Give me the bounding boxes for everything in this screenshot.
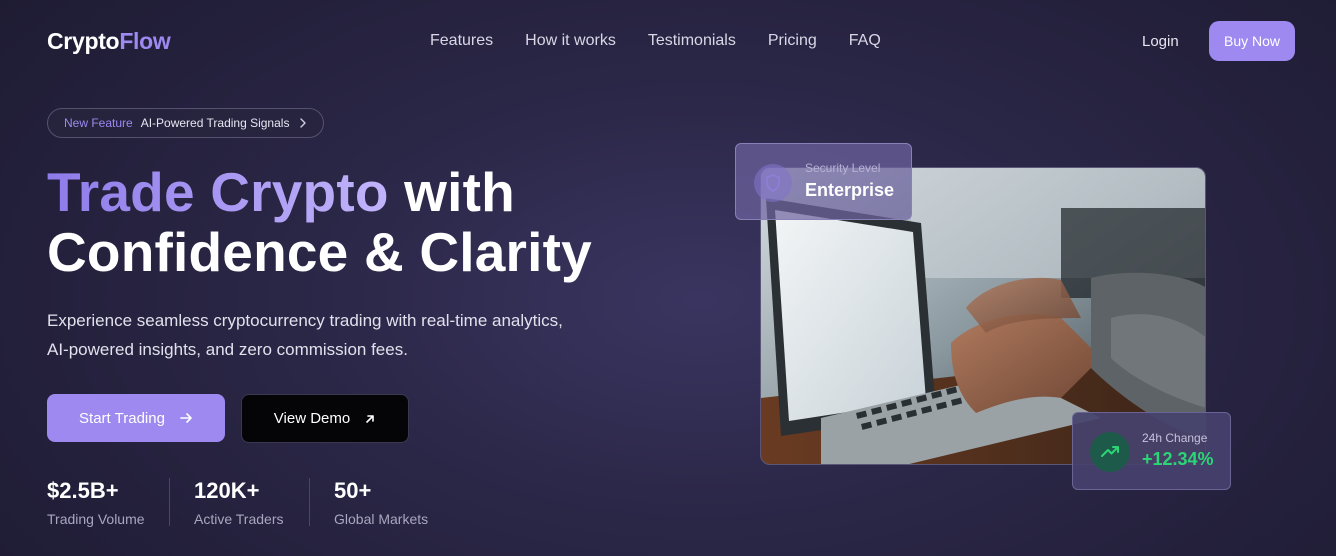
chevron-right-icon [300,118,307,128]
nav-features[interactable]: Features [430,32,493,50]
login-link[interactable]: Login [1142,33,1179,50]
view-demo-button[interactable]: View Demo [241,394,409,443]
hero-title-rest: with [388,161,515,223]
badge-tag: New Feature [64,116,133,130]
stat-divider [169,478,170,526]
view-demo-label: View Demo [273,410,351,427]
nav-how-it-works[interactable]: How it works [525,32,616,50]
hero-title: Trade Crypto with Confidence & Clarity [47,162,592,282]
stat-value: $2.5B+ [47,478,119,503]
arrow-up-right-icon [366,414,375,423]
security-level-label: Security Level [805,161,881,175]
feature-badge[interactable]: New Feature AI-Powered Trading Signals [47,108,325,138]
main-nav: Features How it works Testimonials Prici… [430,32,913,50]
stat-value: 50+ [334,478,372,503]
price-change-card: 24h Change +12.34% [1072,412,1231,490]
logo-text-accent: Flow [119,28,171,54]
security-level-value: Enterprise [805,180,895,200]
price-change-label: 24h Change [1142,431,1208,445]
security-level-card: Security Level Enterprise [735,143,912,220]
shield-icon [754,164,792,202]
stat-label: Global Markets [334,511,429,527]
hero-title-line2: Confidence & Clarity [47,221,592,283]
stat-label: Active Traders [194,511,284,527]
logo-text-primary: Crypto [47,28,120,54]
hero-title-highlight: Trade Crypto [47,161,389,223]
hero-subtitle: Experience seamless cryptocurrency tradi… [47,311,563,359]
price-change-value: +12.34% [1142,449,1214,469]
nav-testimonials[interactable]: Testimonials [648,32,736,50]
stat-value: 120K+ [194,478,260,503]
start-trading-label: Start Trading [79,409,165,427]
trending-up-icon [1090,432,1130,472]
stat-label: Trading Volume [47,511,145,527]
buy-now-button[interactable]: Buy Now [1209,21,1295,61]
nav-pricing[interactable]: Pricing [768,32,817,50]
stat-trading-volume: $2.5B+ Trading Volume [47,478,145,527]
stat-global-markets: 50+ Global Markets [334,478,428,527]
logo[interactable]: CryptoFlow [47,28,171,55]
stat-active-traders: 120K+ Active Traders [194,478,283,527]
arrow-right-icon [180,413,192,423]
nav-faq[interactable]: FAQ [849,32,881,50]
stat-divider [309,478,310,526]
start-trading-button[interactable]: Start Trading [47,394,225,442]
badge-text: AI-Powered Trading Signals [140,116,290,130]
